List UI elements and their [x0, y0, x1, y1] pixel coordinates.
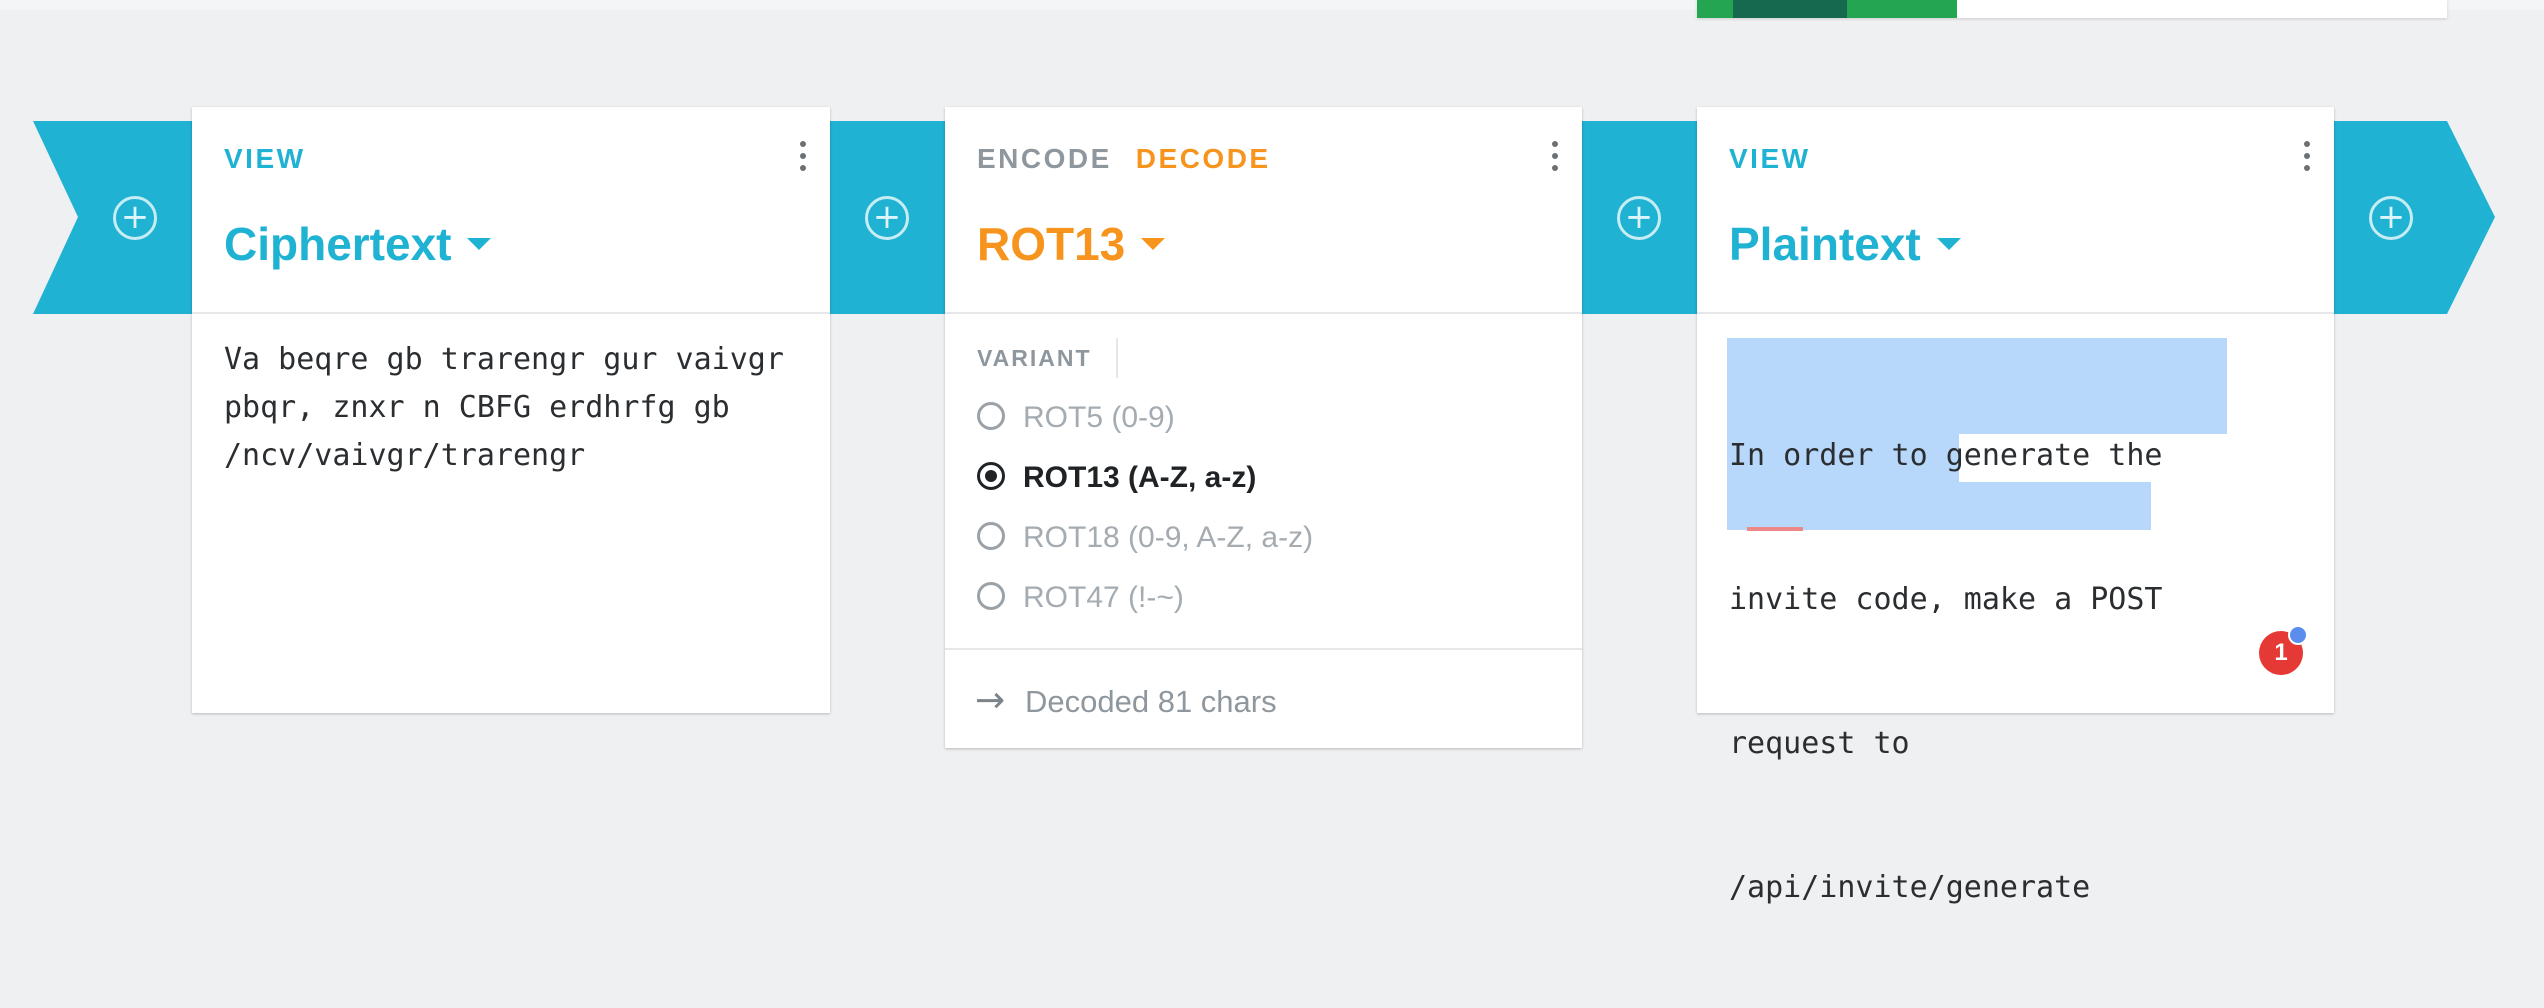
plaintext-brick: VIEW Plaintext In order to generate the …	[1697, 107, 2334, 905]
ciphertext-brick: VIEW Ciphertext Va beqre gb trarengr gur…	[192, 107, 830, 713]
tab-view[interactable]: VIEW	[224, 143, 306, 175]
brick-title: Ciphertext	[224, 218, 452, 270]
arrow-right-icon: →	[975, 680, 1006, 721]
text-line: /api/invite/generate	[1729, 870, 2091, 905]
more-options-icon[interactable]	[798, 141, 808, 177]
status-dot-icon	[2288, 625, 2308, 645]
radio-label: ROT5 (0-9)	[1023, 401, 1175, 434]
radio-label: ROT18 (0-9, A-Z, a-z)	[1023, 521, 1314, 554]
brick-title: ROT13	[977, 218, 1126, 270]
text-line: request to	[1729, 726, 1910, 761]
tab-encode[interactable]: ENCODE	[977, 143, 1112, 175]
brick-title: Plaintext	[1729, 218, 1921, 270]
radio-option-rot5[interactable]: ROT5 (0-9)	[977, 398, 1175, 438]
add-brick-icon[interactable]: +	[113, 196, 157, 240]
add-brick-icon[interactable]: +	[865, 196, 909, 240]
radio-option-rot47[interactable]: ROT47 (!-~)	[977, 578, 1184, 618]
brick-title-dropdown[interactable]: Plaintext	[1729, 217, 1961, 271]
brick-status-footer: → Decoded 81 chars	[945, 648, 1582, 748]
chevron-down-icon	[1936, 237, 1961, 250]
text-line: invite code, make a POST	[1729, 582, 2163, 617]
brick-header: VIEW Ciphertext	[192, 107, 830, 314]
radio-icon	[977, 582, 1005, 611]
text-line: In order to generate the	[1729, 438, 2163, 473]
variant-settings: VARIANT ROT5 (0-9) ROT13 (A-Z, a-z) ROT1…	[945, 314, 1582, 652]
plaintext-content: In order to generate the invite code, ma…	[1729, 336, 2162, 1008]
brick-tabs: VIEW	[224, 143, 330, 175]
brick-chain: + + + + VIEW Ciphertext Va beqre gb trar…	[0, 0, 2544, 905]
radio-icon	[977, 522, 1005, 551]
brick-header: VIEW Plaintext	[1697, 107, 2334, 314]
radio-label: ROT13 (A-Z, a-z)	[1023, 461, 1257, 494]
variant-label: VARIANT	[977, 338, 1118, 378]
more-options-icon[interactable]	[2302, 141, 2312, 177]
radio-icon	[977, 402, 1005, 431]
radio-option-rot13[interactable]: ROT13 (A-Z, a-z)	[977, 458, 1256, 498]
brick-tabs: VIEW	[1729, 143, 1835, 175]
plaintext-textarea[interactable]: In order to generate the invite code, ma…	[1697, 314, 2334, 905]
chevron-down-icon	[1141, 237, 1166, 250]
brick-tabs: ENCODE DECODE	[977, 143, 1295, 175]
add-brick-icon[interactable]: +	[2369, 196, 2413, 240]
radio-label: ROT47 (!-~)	[1023, 581, 1184, 614]
tab-view[interactable]: VIEW	[1729, 143, 1811, 175]
chevron-down-icon	[467, 237, 492, 250]
radio-checked-icon	[977, 462, 1005, 491]
brick-title-dropdown[interactable]: Ciphertext	[224, 217, 492, 271]
tab-decode[interactable]: DECODE	[1136, 143, 1271, 175]
radio-option-rot18[interactable]: ROT18 (0-9, A-Z, a-z)	[977, 518, 1313, 558]
ciphertext-textarea[interactable]: Va beqre gb trarengr gur vaivgr pbqr, zn…	[224, 336, 802, 480]
add-brick-icon[interactable]: +	[1617, 196, 1661, 240]
rot13-brick: ENCODE DECODE ROT13 VARIANT ROT5 (0-9) RO…	[945, 107, 1582, 748]
more-options-icon[interactable]	[1550, 141, 1560, 177]
brick-title-dropdown[interactable]: ROT13	[977, 217, 1166, 271]
status-message: Decoded 81 chars	[1025, 684, 1277, 719]
brick-header: ENCODE DECODE ROT13	[945, 107, 1582, 314]
